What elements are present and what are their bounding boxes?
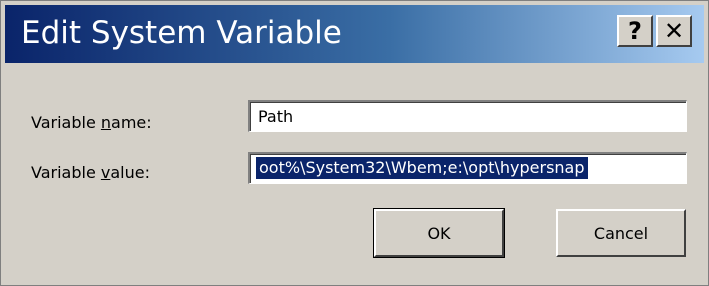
close-icon: ✕ (663, 17, 685, 45)
cancel-button[interactable]: Cancel (556, 209, 686, 257)
help-button[interactable]: ? (617, 15, 653, 47)
variable-value-label-suffix: alue: (110, 163, 150, 182)
variable-name-label-accelerator: n (100, 113, 112, 132)
title-bar[interactable]: Edit System Variable ? ✕ (5, 5, 704, 63)
variable-value-field[interactable]: oot%\System32\Wbem;e:\opt\hypersnap (248, 152, 687, 184)
edit-system-variable-dialog: Edit System Variable ? ✕ Variable name: … (0, 0, 709, 286)
close-button[interactable]: ✕ (656, 15, 692, 47)
variable-value-label-prefix: Variable (31, 163, 101, 182)
help-icon: ? (628, 17, 642, 45)
variable-name-label-suffix: ame: (111, 113, 152, 132)
variable-name-label: Variable name: (31, 113, 152, 132)
variable-name-label-prefix: Variable (31, 113, 101, 132)
ok-button[interactable]: OK (373, 208, 505, 258)
window-title: Edit System Variable (21, 15, 342, 51)
variable-name-field[interactable]: Path (248, 100, 687, 132)
variable-value-label-accelerator: v (100, 163, 111, 182)
variable-name-text: Path (258, 107, 294, 126)
variable-value-selected-text: oot%\System32\Wbem;e:\opt\hypersnap (256, 157, 588, 179)
variable-value-label: Variable value: (31, 163, 150, 182)
